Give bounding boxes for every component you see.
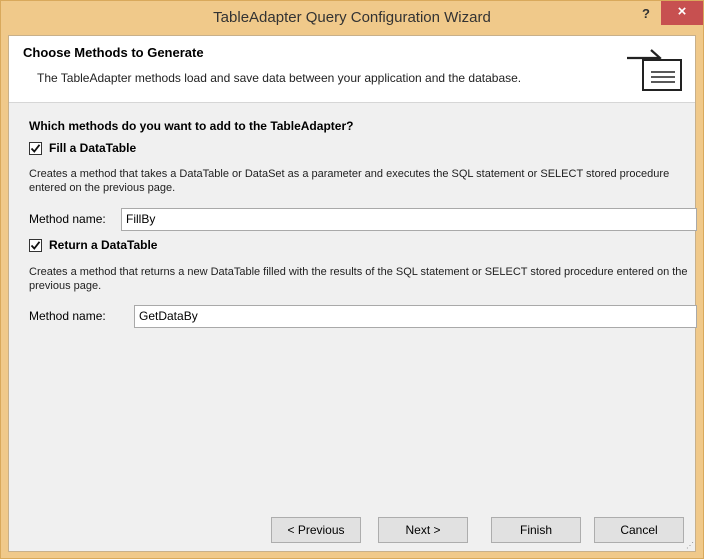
next-button[interactable]: Next > (378, 517, 468, 543)
fill-datatable-description: Creates a method that takes a DataTable … (29, 168, 670, 194)
finish-button[interactable]: Finish (491, 517, 581, 543)
close-button[interactable]: × (661, 1, 703, 25)
cancel-button[interactable]: Cancel (594, 517, 684, 543)
checkmark-icon (30, 240, 41, 250)
wizard-arrow-icon (627, 49, 682, 91)
return-method-name-input[interactable]: GetDataBy (134, 305, 697, 328)
page-title: Choose Methods to Generate (23, 45, 204, 60)
fill-datatable-label: Fill a DataTable (49, 141, 137, 155)
fill-method-name-label: Method name: (29, 212, 106, 226)
fill-method-name-input[interactable]: FillBy (121, 208, 697, 231)
methods-question: Which methods do you want to add to the … (29, 119, 354, 133)
checkmark-icon (30, 143, 41, 153)
return-datatable-description: Creates a method that returns a new Data… (29, 266, 688, 292)
wizard-window: TableAdapter Query Configuration Wizard … (0, 0, 704, 559)
help-button[interactable]: ? (635, 5, 657, 25)
fill-datatable-checkbox[interactable] (29, 141, 42, 155)
page-subtitle: The TableAdapter methods load and save d… (37, 71, 522, 85)
wizard-body: Choose Methods to Generate The TableAdap… (8, 35, 697, 552)
window-title: TableAdapter Query Configuration Wizard (213, 9, 491, 26)
fill-datatable-option[interactable]: Fill a DataTable (29, 140, 136, 156)
title-bar[interactable]: TableAdapter Query Configuration Wizard … (1, 1, 703, 35)
previous-button[interactable]: < Previous (271, 517, 361, 543)
return-datatable-option[interactable]: Return a DataTable (29, 237, 157, 253)
wizard-header: Choose Methods to Generate The TableAdap… (9, 36, 695, 103)
return-datatable-label: Return a DataTable (49, 238, 158, 252)
return-datatable-checkbox[interactable] (29, 238, 42, 252)
resize-grip-icon[interactable]: ⋰ (686, 541, 694, 550)
return-method-name-label: Method name: (29, 309, 106, 323)
